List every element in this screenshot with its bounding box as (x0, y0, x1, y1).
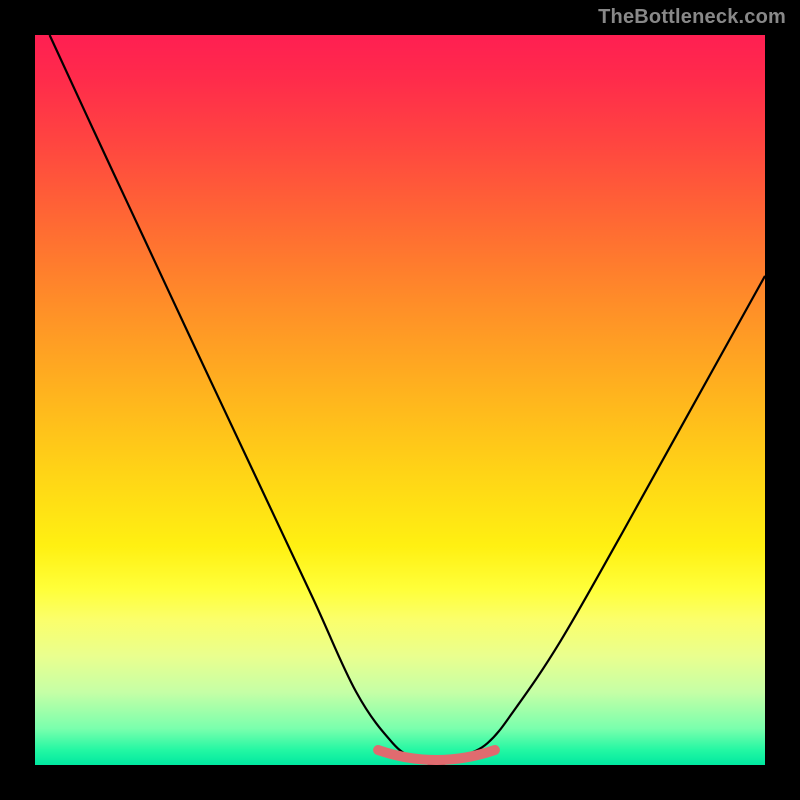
bottleneck-floor-highlight (378, 750, 495, 760)
bottleneck-curve-svg (35, 35, 765, 765)
watermark-text: TheBottleneck.com (598, 6, 786, 29)
chart-stage: TheBottleneck.com (0, 0, 800, 800)
bottleneck-curve-path (50, 35, 765, 765)
